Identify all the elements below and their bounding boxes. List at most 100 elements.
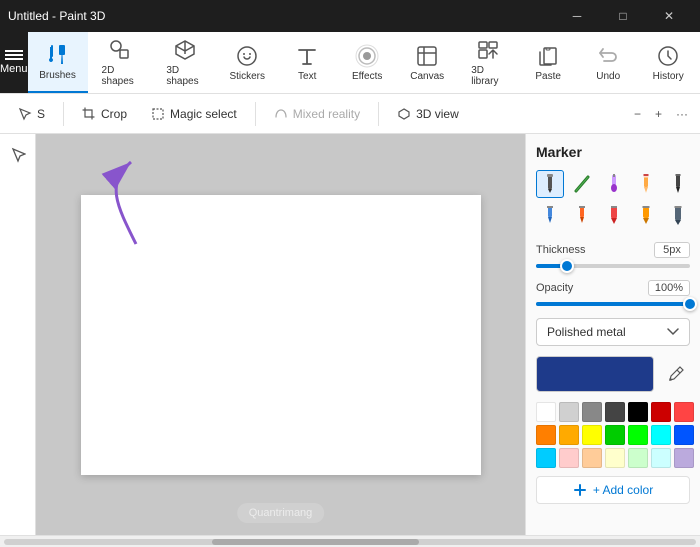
add-color-button[interactable]: + Add color — [536, 476, 690, 504]
brush-oil[interactable] — [600, 170, 628, 198]
tool-text[interactable]: Text — [277, 32, 337, 93]
color-swatch-amber[interactable] — [559, 425, 579, 445]
brush-marker1[interactable] — [536, 170, 564, 198]
color-swatch-lgray[interactable] — [559, 402, 579, 422]
color-swatch-white[interactable] — [536, 402, 556, 422]
menu-button[interactable]: Menu — [0, 32, 28, 93]
3d-view-btn[interactable]: 3D view — [387, 102, 469, 126]
opacity-slider[interactable] — [536, 302, 690, 306]
stickers-label: Stickers — [229, 71, 265, 82]
brush-pen[interactable] — [664, 170, 692, 198]
brush-icon-9 — [635, 205, 657, 227]
pointer-icon — [10, 147, 26, 163]
color-preview-box[interactable] — [536, 356, 654, 392]
toolbar-sep-1 — [63, 102, 64, 126]
brush-icon-6 — [539, 205, 561, 227]
color-swatch-lgreen[interactable] — [628, 448, 648, 468]
toolbar-sep-3 — [378, 102, 379, 126]
3d-view-icon — [397, 107, 411, 121]
color-swatch-black[interactable] — [628, 402, 648, 422]
mixed-reality-btn[interactable]: Mixed reality — [264, 102, 370, 126]
select-label: S — [37, 107, 45, 121]
tool-history[interactable]: History — [638, 32, 698, 93]
tool-3d-shapes[interactable]: 3D shapes — [152, 32, 217, 93]
color-preview-row — [536, 356, 690, 392]
brush-type9[interactable] — [632, 202, 660, 230]
mixed-reality-icon — [274, 107, 288, 121]
opacity-value: 100% — [648, 280, 690, 296]
tool-2d-shapes[interactable]: 2D shapes — [88, 32, 153, 93]
3d-shapes-icon — [173, 38, 197, 62]
tool-3d-library[interactable]: 3D library — [457, 32, 518, 93]
color-swatch-gray[interactable] — [582, 402, 602, 422]
chevron-down-icon — [667, 328, 679, 336]
brush-type10[interactable] — [664, 202, 692, 230]
menu-label: Menu — [0, 63, 28, 75]
brush-type8[interactable] — [600, 202, 628, 230]
thickness-thumb[interactable] — [560, 259, 574, 273]
tool-stickers[interactable]: Stickers — [217, 32, 277, 93]
brush-type7[interactable] — [568, 202, 596, 230]
canvas-area[interactable]: Quantrimang — [36, 134, 525, 535]
tool-effects[interactable]: Effects — [337, 32, 397, 93]
3d-view-label: 3D view — [416, 107, 459, 121]
pointer-tool-btn[interactable] — [3, 140, 33, 170]
text-label: Text — [298, 71, 316, 82]
color-swatch-red[interactable] — [674, 402, 694, 422]
color-swatch-green[interactable] — [628, 425, 648, 445]
color-swatch-pink[interactable] — [559, 448, 579, 468]
crop-btn[interactable]: Crop — [72, 102, 137, 126]
2d-shapes-icon — [108, 38, 132, 62]
color-swatch-cyan[interactable] — [651, 425, 671, 445]
tool-brushes[interactable]: Brushes — [28, 32, 88, 93]
color-swatch-lcyan[interactable] — [651, 448, 671, 468]
crop-label: Crop — [101, 107, 127, 121]
tool-canvas[interactable]: Canvas — [397, 32, 457, 93]
tool-undo[interactable]: Undo — [578, 32, 638, 93]
color-swatch-peach[interactable] — [582, 448, 602, 468]
color-swatch-lyellow[interactable] — [605, 448, 625, 468]
ribbon: Menu Brushes 2D shapes 3D shapes — [0, 32, 700, 94]
minimize-button[interactable]: ─ — [554, 0, 600, 32]
window-controls: ─ □ ✕ — [554, 0, 692, 32]
color-picker-btn[interactable] — [662, 360, 690, 388]
color-swatch-darkred[interactable] — [651, 402, 671, 422]
thickness-slider[interactable] — [536, 264, 690, 268]
brush-type6[interactable] — [536, 202, 564, 230]
undo-icon — [596, 44, 620, 68]
crop-icon — [82, 107, 96, 121]
color-swatch-orange[interactable] — [536, 425, 556, 445]
zoom-out-btn[interactable]: − — [630, 107, 645, 121]
scroll-track[interactable] — [4, 539, 696, 545]
ribbon-tools: Brushes 2D shapes 3D shapes Sticker — [28, 32, 700, 93]
color-swatch-sky[interactable] — [536, 448, 556, 468]
more-btn[interactable]: ··· — [672, 107, 692, 121]
maximize-button[interactable]: □ — [600, 0, 646, 32]
texture-dropdown[interactable]: Polished metal — [536, 318, 690, 346]
close-button[interactable]: ✕ — [646, 0, 692, 32]
undo-label: Undo — [596, 71, 620, 82]
color-swatch-yellow[interactable] — [582, 425, 602, 445]
bottom-scrollbar[interactable] — [0, 535, 700, 547]
paste-icon — [536, 44, 560, 68]
magic-select-btn[interactable]: Magic select — [141, 102, 247, 126]
color-swatch-dgray[interactable] — [605, 402, 625, 422]
color-swatch-lavender[interactable] — [674, 448, 694, 468]
opacity-label: Opacity — [536, 282, 573, 294]
color-palette — [536, 402, 690, 468]
brush-calligraphy[interactable] — [568, 170, 596, 198]
brush-pencil[interactable] — [632, 170, 660, 198]
3d-library-label: 3D library — [471, 65, 504, 87]
color-swatch-blue[interactable] — [674, 425, 694, 445]
tool-paste[interactable]: Paste — [518, 32, 578, 93]
select-tool-btn[interactable]: S — [8, 102, 55, 126]
opacity-section: Opacity 100% — [536, 280, 690, 306]
thickness-section: Thickness 5px — [536, 242, 690, 268]
select-cursor-icon — [18, 107, 32, 121]
color-swatch-dgreen[interactable] — [605, 425, 625, 445]
scroll-thumb[interactable] — [212, 539, 420, 545]
brush-icon-1 — [539, 173, 561, 195]
zoom-in-btn[interactable]: + — [651, 107, 666, 121]
opacity-thumb[interactable] — [683, 297, 697, 311]
app-title: Untitled - Paint 3D — [8, 9, 105, 23]
